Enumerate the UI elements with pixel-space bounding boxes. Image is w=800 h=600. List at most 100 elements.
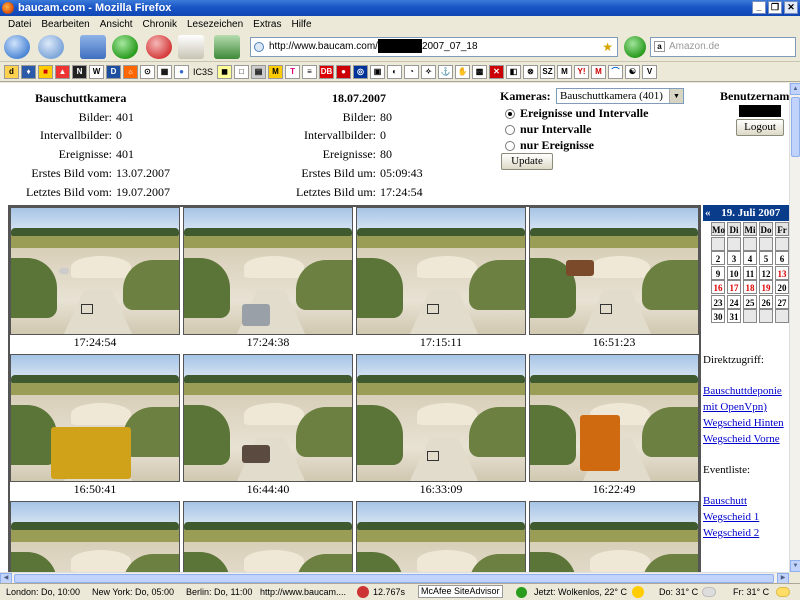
link-event-wegscheid-2[interactable]: Wegscheid 2 bbox=[703, 527, 759, 539]
bookmark-icon[interactable]: V bbox=[642, 64, 658, 79]
calendar-day[interactable]: 17 bbox=[727, 280, 741, 294]
menu-ansicht[interactable]: Ansicht bbox=[95, 19, 138, 30]
scroll-up-icon[interactable]: ▲ bbox=[790, 83, 800, 95]
bookmark-icon[interactable]: ▣ bbox=[370, 64, 386, 79]
calendar-day[interactable]: 5 bbox=[759, 251, 773, 265]
go-button[interactable] bbox=[624, 36, 646, 58]
bookmark-icon[interactable]: ◼ bbox=[217, 64, 233, 79]
vertical-scrollbar[interactable]: ▲ ▼ bbox=[789, 83, 800, 572]
bookmark-icon[interactable]: ♦ bbox=[21, 64, 36, 79]
webcam-thumbnail[interactable] bbox=[10, 207, 180, 335]
menu-hilfe[interactable]: Hilfe bbox=[287, 19, 317, 30]
bookmark-icon[interactable]: ▦ bbox=[157, 64, 172, 79]
link-wegscheid-hinten[interactable]: Wegscheid Hinten bbox=[703, 417, 784, 429]
radio-nur-intervalle[interactable] bbox=[505, 125, 515, 135]
bookmark-icon[interactable]: ● bbox=[336, 64, 352, 79]
bookmark-icon[interactable]: ☼ bbox=[123, 64, 138, 79]
bookmark-icon[interactable]: ◔ bbox=[404, 64, 420, 79]
firebug-icon[interactable] bbox=[357, 586, 369, 598]
amazon-icon[interactable]: a bbox=[654, 41, 665, 52]
shield-icon[interactable] bbox=[516, 587, 527, 598]
calendar-day[interactable]: 23 bbox=[711, 294, 725, 309]
bookmark-icon[interactable]: ⊗ bbox=[523, 64, 539, 79]
webcam-thumbnail[interactable] bbox=[356, 207, 526, 335]
dropdown-arrow-icon[interactable]: ▼ bbox=[669, 89, 683, 103]
thumbnail-timestamp[interactable]: 17:24:38 bbox=[183, 335, 353, 350]
bookmark-icon[interactable]: ■ bbox=[38, 64, 53, 79]
calendar-day[interactable]: 13 bbox=[775, 265, 789, 280]
menu-lesezeichen[interactable]: Lesezeichen bbox=[182, 19, 248, 30]
bookmark-icon[interactable]: ◧ bbox=[506, 64, 522, 79]
scrollbar-thumb[interactable] bbox=[14, 574, 774, 583]
bookmark-icon[interactable]: ▲ bbox=[55, 64, 70, 79]
calendar-day[interactable]: 19 bbox=[759, 280, 773, 294]
mcafee-siteadvisor[interactable]: McAfee SiteAdvisor bbox=[418, 585, 503, 598]
bookmark-icon[interactable]: ✋ bbox=[455, 64, 471, 79]
bookmark-icon[interactable]: □ bbox=[234, 64, 250, 79]
bookmark-icon[interactable]: ▩ bbox=[472, 64, 488, 79]
bookmark-icon[interactable]: ⌒ bbox=[608, 64, 624, 79]
bookmark-icon[interactable]: ▤ bbox=[251, 64, 267, 79]
thumbnail-timestamp[interactable]: 17:15:11 bbox=[356, 335, 526, 350]
bookmark-icon[interactable]: ☯ bbox=[625, 64, 641, 79]
link-bauschuttdeponie[interactable]: Bauschuttdeponie bbox=[703, 385, 782, 397]
forward-icon[interactable] bbox=[38, 35, 64, 59]
maximize-button[interactable]: ❐ bbox=[768, 1, 782, 14]
horizontal-scrollbar[interactable]: ◀ ▶ bbox=[0, 572, 789, 584]
close-button[interactable]: ✕ bbox=[784, 1, 798, 14]
link-wegscheid-vorne[interactable]: Wegscheid Vorne bbox=[703, 433, 780, 445]
reload-icon[interactable] bbox=[112, 35, 138, 59]
webcam-thumbnail[interactable] bbox=[529, 501, 699, 572]
calendar-day[interactable]: 6 bbox=[775, 251, 789, 265]
calendar-day[interactable]: 30 bbox=[711, 309, 725, 323]
bookmark-icon[interactable]: d bbox=[4, 64, 19, 79]
bookmark-icon[interactable]: ≡ bbox=[302, 64, 318, 79]
bookmark-icon[interactable]: ● bbox=[174, 64, 189, 79]
calendar-day[interactable]: 24 bbox=[727, 294, 741, 309]
logout-button[interactable]: Logout bbox=[736, 119, 784, 136]
menu-chronik[interactable]: Chronik bbox=[138, 19, 182, 30]
webcam-thumbnail[interactable] bbox=[10, 501, 180, 572]
radio-nur-ereignisse[interactable] bbox=[505, 141, 515, 151]
calendar-day[interactable]: 2 bbox=[711, 251, 725, 265]
webcam-thumbnail[interactable] bbox=[183, 207, 353, 335]
db-icon[interactable]: DB bbox=[319, 64, 335, 79]
thumbnail-timestamp[interactable]: 16:50:41 bbox=[10, 482, 180, 497]
calendar-day[interactable]: 9 bbox=[711, 265, 725, 280]
webcam-thumbnail[interactable] bbox=[356, 354, 526, 482]
print-icon[interactable] bbox=[178, 35, 204, 59]
calendar-day[interactable]: 18 bbox=[743, 280, 757, 294]
back-icon[interactable] bbox=[4, 35, 30, 59]
home-icon[interactable] bbox=[214, 35, 240, 59]
link-event-bauschutt[interactable]: Bauschutt bbox=[703, 495, 747, 507]
bookmark-ic3s[interactable]: IC3S bbox=[191, 67, 215, 77]
update-button[interactable]: Update bbox=[501, 153, 553, 170]
menu-extras[interactable]: Extras bbox=[248, 19, 286, 30]
bookmark-icon[interactable]: ⚓ bbox=[438, 64, 454, 79]
scroll-down-icon[interactable]: ▼ bbox=[790, 560, 800, 572]
thumbnail-timestamp[interactable]: 16:33:09 bbox=[356, 482, 526, 497]
calendar-day[interactable]: 31 bbox=[727, 309, 741, 323]
minimize-button[interactable]: _ bbox=[752, 1, 766, 14]
bookmark-icon[interactable]: M bbox=[268, 64, 284, 79]
calendar-day[interactable]: 11 bbox=[743, 265, 757, 280]
gmail-icon[interactable]: M bbox=[591, 64, 607, 79]
calendar-day[interactable]: 25 bbox=[743, 294, 757, 309]
bookmark-icon[interactable]: SZ bbox=[540, 64, 556, 79]
bookmark-icon[interactable]: ◐ bbox=[387, 64, 403, 79]
thumbnail-timestamp[interactable]: 16:22:49 bbox=[529, 482, 699, 497]
bookmark-icon[interactable]: M bbox=[557, 64, 573, 79]
calendar-day[interactable]: 27 bbox=[775, 294, 789, 309]
telekom-icon[interactable]: T bbox=[285, 64, 301, 79]
calendar-day[interactable]: 4 bbox=[743, 251, 757, 265]
bookmark-icon[interactable]: N bbox=[72, 64, 87, 79]
thumbnail-timestamp[interactable]: 16:51:23 bbox=[529, 335, 699, 350]
thumbnail-timestamp[interactable]: 16:44:40 bbox=[183, 482, 353, 497]
bookmark-icon[interactable]: ✕ bbox=[489, 64, 505, 79]
search-input[interactable]: a Amazon.de bbox=[650, 37, 796, 57]
radio-ereignisse-und-intervalle[interactable] bbox=[505, 109, 515, 119]
menu-datei[interactable]: Datei bbox=[3, 19, 36, 30]
bookmark-icon[interactable]: Y! bbox=[574, 64, 590, 79]
wikipedia-icon[interactable]: W bbox=[89, 64, 104, 79]
camera-select[interactable]: Bauschuttkamera (401) ▼ bbox=[556, 88, 684, 104]
